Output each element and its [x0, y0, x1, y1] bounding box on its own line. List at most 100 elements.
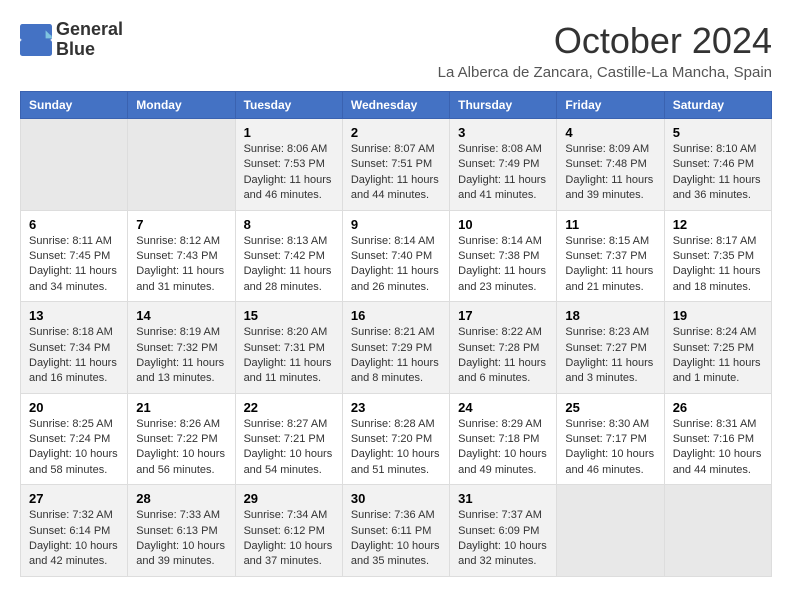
calendar-cell	[21, 119, 128, 211]
calendar-cell: 15Sunrise: 8:20 AMSunset: 7:31 PMDayligh…	[235, 302, 342, 394]
day-info: Sunrise: 8:28 AMSunset: 7:20 PMDaylight:…	[351, 417, 441, 479]
day-number: 28	[136, 491, 226, 506]
calendar-cell: 28Sunrise: 7:33 AMSunset: 6:13 PMDayligh…	[128, 485, 235, 577]
day-info: Sunrise: 8:17 AMSunset: 7:35 PMDaylight:…	[673, 234, 763, 296]
day-info: Sunrise: 8:20 AMSunset: 7:31 PMDaylight:…	[244, 325, 334, 387]
day-info: Sunrise: 8:10 AMSunset: 7:46 PMDaylight:…	[673, 142, 763, 204]
day-info: Sunrise: 8:29 AMSunset: 7:18 PMDaylight:…	[458, 417, 548, 479]
day-number: 3	[458, 125, 548, 140]
day-number: 26	[673, 400, 763, 415]
day-number: 25	[565, 400, 655, 415]
calendar-cell: 8 Sunrise: 8:13 AMSunset: 7:42 PMDaylight…	[235, 210, 342, 302]
calendar-cell: 9 Sunrise: 8:14 AMSunset: 7:40 PMDaylight…	[342, 210, 449, 302]
calendar-table: SundayMondayTuesdayWednesdayThursdayFrid…	[20, 91, 772, 577]
day-info: Sunrise: 7:32 AMSunset: 6:14 PMDaylight:…	[29, 508, 119, 570]
day-info: Sunrise: 8:22 AMSunset: 7:28 PMDaylight:…	[458, 325, 548, 387]
calendar-cell: 1 Sunrise: 8:06 AMSunset: 7:53 PMDaylight…	[235, 119, 342, 211]
day-number: 24	[458, 400, 548, 415]
day-number: 30	[351, 491, 441, 506]
day-number: 16	[351, 308, 441, 323]
calendar-cell: 29 Sunrise: 7:34 AMSunset: 6:12 PMDayligh…	[235, 485, 342, 577]
calendar-cell: 27 Sunrise: 7:32 AMSunset: 6:14 PMDayligh…	[21, 485, 128, 577]
calendar-cell: 6 Sunrise: 8:11 AMSunset: 7:45 PMDaylight…	[21, 210, 128, 302]
day-info: Sunrise: 8:14 AMSunset: 7:40 PMDaylight:…	[351, 234, 441, 296]
title-block: October 2024 La Alberca de Zancara, Cast…	[438, 20, 772, 81]
calendar-header-row: SundayMondayTuesdayWednesdayThursdayFrid…	[21, 92, 772, 119]
calendar-cell: 20 Sunrise: 8:25 AMSunset: 7:24 PMDayligh…	[21, 393, 128, 485]
calendar-week-1: 1 Sunrise: 8:06 AMSunset: 7:53 PMDaylight…	[21, 119, 772, 211]
day-info: Sunrise: 8:19 AMSunset: 7:32 PMDaylight:…	[136, 325, 226, 387]
calendar-cell: 18 Sunrise: 8:23 AMSunset: 7:27 PMDayligh…	[557, 302, 664, 394]
calendar-cell: 25 Sunrise: 8:30 AMSunset: 7:17 PMDayligh…	[557, 393, 664, 485]
day-info: Sunrise: 8:27 AMSunset: 7:21 PMDaylight:…	[244, 417, 334, 479]
column-header-wednesday: Wednesday	[342, 92, 449, 119]
calendar-cell: 10Sunrise: 8:14 AMSunset: 7:38 PMDayligh…	[450, 210, 557, 302]
calendar-cell	[128, 119, 235, 211]
day-info: Sunrise: 8:07 AMSunset: 7:51 PMDaylight:…	[351, 142, 441, 204]
day-number: 11	[565, 217, 655, 232]
page-container: General Blue October 2024 La Alberca de …	[20, 20, 772, 577]
day-info: Sunrise: 7:34 AMSunset: 6:12 PMDaylight:…	[244, 508, 334, 570]
day-info: Sunrise: 8:30 AMSunset: 7:17 PMDaylight:…	[565, 417, 655, 479]
calendar-week-5: 27 Sunrise: 7:32 AMSunset: 6:14 PMDayligh…	[21, 485, 772, 577]
calendar-cell: 22 Sunrise: 8:27 AMSunset: 7:21 PMDayligh…	[235, 393, 342, 485]
day-number: 18	[565, 308, 655, 323]
header: General Blue October 2024 La Alberca de …	[20, 20, 772, 81]
day-info: Sunrise: 8:26 AMSunset: 7:22 PMDaylight:…	[136, 417, 226, 479]
calendar-cell	[557, 485, 664, 577]
main-title: October 2024	[438, 20, 772, 62]
subtitle: La Alberca de Zancara, Castille-La Manch…	[438, 64, 772, 81]
day-info: Sunrise: 7:36 AMSunset: 6:11 PMDaylight:…	[351, 508, 441, 570]
calendar-week-3: 13Sunrise: 8:18 AMSunset: 7:34 PMDayligh…	[21, 302, 772, 394]
calendar-cell	[664, 485, 771, 577]
column-header-saturday: Saturday	[664, 92, 771, 119]
day-number: 20	[29, 400, 119, 415]
calendar-cell: 3 Sunrise: 8:08 AMSunset: 7:49 PMDaylight…	[450, 119, 557, 211]
day-info: Sunrise: 8:12 AMSunset: 7:43 PMDaylight:…	[136, 234, 226, 296]
day-number: 17	[458, 308, 548, 323]
day-info: Sunrise: 8:13 AMSunset: 7:42 PMDaylight:…	[244, 234, 334, 296]
day-number: 8	[244, 217, 334, 232]
day-info: Sunrise: 8:18 AMSunset: 7:34 PMDaylight:…	[29, 325, 119, 387]
calendar-week-2: 6 Sunrise: 8:11 AMSunset: 7:45 PMDaylight…	[21, 210, 772, 302]
calendar-cell: 7Sunrise: 8:12 AMSunset: 7:43 PMDaylight…	[128, 210, 235, 302]
day-number: 5	[673, 125, 763, 140]
calendar-cell: 19 Sunrise: 8:24 AMSunset: 7:25 PMDayligh…	[664, 302, 771, 394]
day-info: Sunrise: 8:24 AMSunset: 7:25 PMDaylight:…	[673, 325, 763, 387]
day-info: Sunrise: 8:31 AMSunset: 7:16 PMDaylight:…	[673, 417, 763, 479]
calendar-week-4: 20 Sunrise: 8:25 AMSunset: 7:24 PMDayligh…	[21, 393, 772, 485]
calendar-cell: 12 Sunrise: 8:17 AMSunset: 7:35 PMDayligh…	[664, 210, 771, 302]
calendar-cell: 30 Sunrise: 7:36 AMSunset: 6:11 PMDayligh…	[342, 485, 449, 577]
day-number: 22	[244, 400, 334, 415]
calendar-cell: 23Sunrise: 8:28 AMSunset: 7:20 PMDayligh…	[342, 393, 449, 485]
day-info: Sunrise: 8:23 AMSunset: 7:27 PMDaylight:…	[565, 325, 655, 387]
day-info: Sunrise: 8:09 AMSunset: 7:48 PMDaylight:…	[565, 142, 655, 204]
day-number: 12	[673, 217, 763, 232]
logo-icon	[20, 24, 52, 56]
day-number: 4	[565, 125, 655, 140]
day-info: Sunrise: 7:37 AMSunset: 6:09 PMDaylight:…	[458, 508, 548, 570]
day-info: Sunrise: 8:06 AMSunset: 7:53 PMDaylight:…	[244, 142, 334, 204]
day-number: 9	[351, 217, 441, 232]
calendar-cell: 11 Sunrise: 8:15 AMSunset: 7:37 PMDayligh…	[557, 210, 664, 302]
calendar-cell: 21 Sunrise: 8:26 AMSunset: 7:22 PMDayligh…	[128, 393, 235, 485]
day-number: 27	[29, 491, 119, 506]
calendar-cell: 17 Sunrise: 8:22 AMSunset: 7:28 PMDayligh…	[450, 302, 557, 394]
logo-text: General Blue	[56, 20, 123, 60]
column-header-thursday: Thursday	[450, 92, 557, 119]
day-info: Sunrise: 8:15 AMSunset: 7:37 PMDaylight:…	[565, 234, 655, 296]
day-info: Sunrise: 8:21 AMSunset: 7:29 PMDaylight:…	[351, 325, 441, 387]
day-number: 1	[244, 125, 334, 140]
column-header-monday: Monday	[128, 92, 235, 119]
calendar-cell: 26 Sunrise: 8:31 AMSunset: 7:16 PMDayligh…	[664, 393, 771, 485]
column-header-sunday: Sunday	[21, 92, 128, 119]
day-info: Sunrise: 8:25 AMSunset: 7:24 PMDaylight:…	[29, 417, 119, 479]
day-number: 21	[136, 400, 226, 415]
day-number: 29	[244, 491, 334, 506]
day-info: Sunrise: 8:08 AMSunset: 7:49 PMDaylight:…	[458, 142, 548, 204]
day-info: Sunrise: 8:11 AMSunset: 7:45 PMDaylight:…	[29, 234, 119, 296]
calendar-cell: 4 Sunrise: 8:09 AMSunset: 7:48 PMDaylight…	[557, 119, 664, 211]
day-number: 6	[29, 217, 119, 232]
column-header-friday: Friday	[557, 92, 664, 119]
day-number: 19	[673, 308, 763, 323]
